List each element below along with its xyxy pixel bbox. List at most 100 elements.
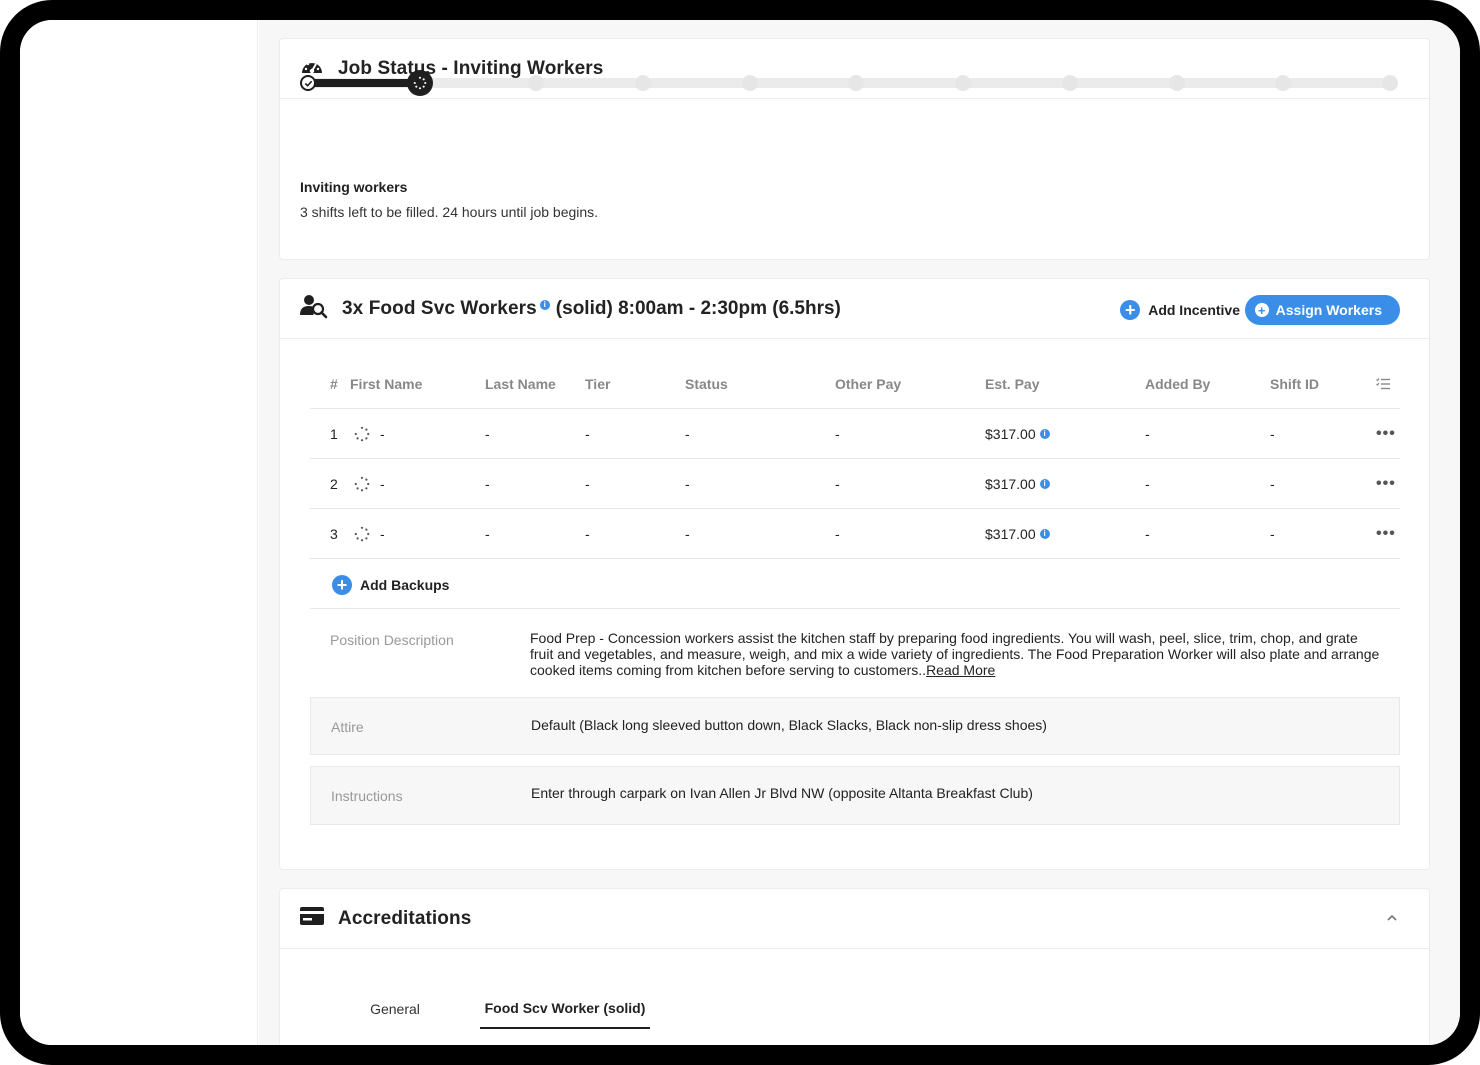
info-icon[interactable]: i xyxy=(539,299,550,310)
column-header[interactable]: Last Name xyxy=(485,359,556,408)
other-pay: - xyxy=(835,525,840,542)
main-content: Job Status - Inviting Workers Inviting w… xyxy=(259,20,1460,1045)
accreditations-header[interactable]: Accreditations xyxy=(280,889,1429,949)
column-header[interactable]: Status xyxy=(685,359,728,408)
info-icon[interactable]: i xyxy=(1039,428,1050,439)
est-pay-cell: $317.00 i xyxy=(985,459,1050,508)
added-by: - xyxy=(1145,475,1150,492)
status: - xyxy=(685,525,690,542)
accreditations-title: Accreditations xyxy=(338,907,472,929)
first-name-cell: - xyxy=(350,509,385,558)
step-pending xyxy=(1275,75,1292,91)
shift-id: - xyxy=(1270,425,1275,442)
workers-table: # First Name Last Name Tier Status Other… xyxy=(310,359,1400,559)
est-pay-cell: $317.00 i xyxy=(985,409,1050,458)
tab-general[interactable]: General xyxy=(350,989,440,1029)
chevron-up-icon[interactable] xyxy=(1385,911,1399,925)
status-heading: Inviting workers xyxy=(300,179,408,195)
spinner-icon xyxy=(354,426,370,442)
info-icon[interactable]: i xyxy=(1039,478,1050,489)
tier: - xyxy=(585,475,590,492)
table-row[interactable]: 1 - - - - - $317.00 i - - ••• xyxy=(310,409,1400,459)
credit-card-icon xyxy=(300,907,324,930)
assign-workers-button[interactable]: + Assign Workers xyxy=(1244,295,1400,325)
est-pay: $317.00 xyxy=(985,425,1036,442)
step-completed xyxy=(300,75,316,91)
est-pay-cell: $317.00 i xyxy=(985,509,1050,558)
workers-card: 3x Food Svc Workers i (solid) 8:00am - 2… xyxy=(279,278,1430,870)
status-text: 3 shifts left to be filled. 24 hours unt… xyxy=(300,204,599,220)
added-by: - xyxy=(1145,525,1150,542)
first-name: - xyxy=(380,475,385,492)
progress-fill xyxy=(308,79,420,87)
read-more-link[interactable]: Read More xyxy=(926,662,995,678)
row-number: 2 xyxy=(330,475,338,492)
plus-circle-icon: + xyxy=(332,575,352,595)
step-pending xyxy=(741,75,758,91)
spinner-icon xyxy=(354,476,370,492)
tier: - xyxy=(585,425,590,442)
tier: - xyxy=(585,525,590,542)
instructions-label: Instructions xyxy=(331,788,403,804)
more-options-icon[interactable]: ••• xyxy=(1376,509,1396,558)
plus-circle-icon: + xyxy=(1254,303,1269,317)
other-pay: - xyxy=(835,475,840,492)
added-by: - xyxy=(1145,425,1150,442)
column-header[interactable]: Other Pay xyxy=(835,359,901,408)
device-frame: Job Status - Inviting Workers Inviting w… xyxy=(0,0,1480,1065)
screen: Job Status - Inviting Workers Inviting w… xyxy=(20,20,1460,1045)
add-backups-label: Add Backups xyxy=(360,577,450,593)
row-number: 3 xyxy=(330,525,338,542)
more-options-icon[interactable]: ••• xyxy=(1376,459,1396,508)
tab-food-scv-worker[interactable]: Food Scv Worker (solid) xyxy=(480,989,650,1029)
shift-id: - xyxy=(1270,525,1275,542)
table-row[interactable]: 3 - - - - - $317.00 i - - ••• xyxy=(310,509,1400,559)
step-pending xyxy=(528,75,544,91)
info-icon[interactable]: i xyxy=(1039,528,1050,539)
column-header[interactable]: # xyxy=(330,359,338,408)
column-header[interactable]: Shift ID xyxy=(1270,359,1319,408)
step-pending xyxy=(1168,75,1185,91)
assign-workers-label: Assign Workers xyxy=(1275,302,1382,318)
step-current xyxy=(407,70,433,96)
other-pay: - xyxy=(835,425,840,442)
first-name: - xyxy=(380,425,385,442)
attire-value: Default (Black long sleeved button down,… xyxy=(531,717,1047,733)
column-header[interactable]: First Name xyxy=(350,359,422,408)
last-name: - xyxy=(485,425,490,442)
status: - xyxy=(685,475,690,492)
column-header[interactable]: Added By xyxy=(1145,359,1210,408)
row-number: 1 xyxy=(330,425,338,442)
add-incentive-label: Add Incentive xyxy=(1148,302,1240,318)
step-pending xyxy=(955,75,971,91)
status: - xyxy=(685,425,690,442)
accreditations-card: Accreditations General Food Scv Worker (… xyxy=(279,888,1430,1045)
accreditation-tabs: General Food Scv Worker (solid) xyxy=(350,989,650,1029)
est-pay: $317.00 xyxy=(985,525,1036,542)
attire-label: Attire xyxy=(331,719,364,735)
table-row[interactable]: 2 - - - - - $317.00 i - - ••• xyxy=(310,459,1400,509)
sidebar xyxy=(20,20,258,1045)
instructions-value: Enter through carpark on Ivan Allen Jr B… xyxy=(531,785,1033,801)
column-settings-icon[interactable] xyxy=(1376,359,1390,408)
plus-circle-icon: + xyxy=(1120,300,1141,320)
position-description-label: Position Description xyxy=(330,632,454,648)
spinner-icon xyxy=(354,526,370,542)
first-name-cell: - xyxy=(350,409,385,458)
column-header[interactable]: Est. Pay xyxy=(985,359,1039,408)
instructions-row: Instructions Enter through carpark on Iv… xyxy=(310,766,1400,825)
step-pending xyxy=(634,75,651,91)
est-pay: $317.00 xyxy=(985,475,1036,492)
step-pending xyxy=(848,75,865,91)
first-name-cell: - xyxy=(350,459,385,508)
attire-row: Attire Default (Black long sleeved butto… xyxy=(310,697,1400,755)
table-header: # First Name Last Name Tier Status Other… xyxy=(310,359,1400,409)
add-incentive-button[interactable]: + Add Incentive xyxy=(1120,300,1240,320)
first-name: - xyxy=(380,525,385,542)
more-options-icon[interactable]: ••• xyxy=(1376,409,1396,458)
add-backups-button[interactable]: + Add Backups xyxy=(332,575,449,595)
last-name: - xyxy=(485,525,490,542)
position-description-value: Food Prep - Concession workers assist th… xyxy=(530,630,1380,678)
column-header[interactable]: Tier xyxy=(585,359,610,408)
workers-title: 3x Food Svc Workers xyxy=(342,297,537,319)
